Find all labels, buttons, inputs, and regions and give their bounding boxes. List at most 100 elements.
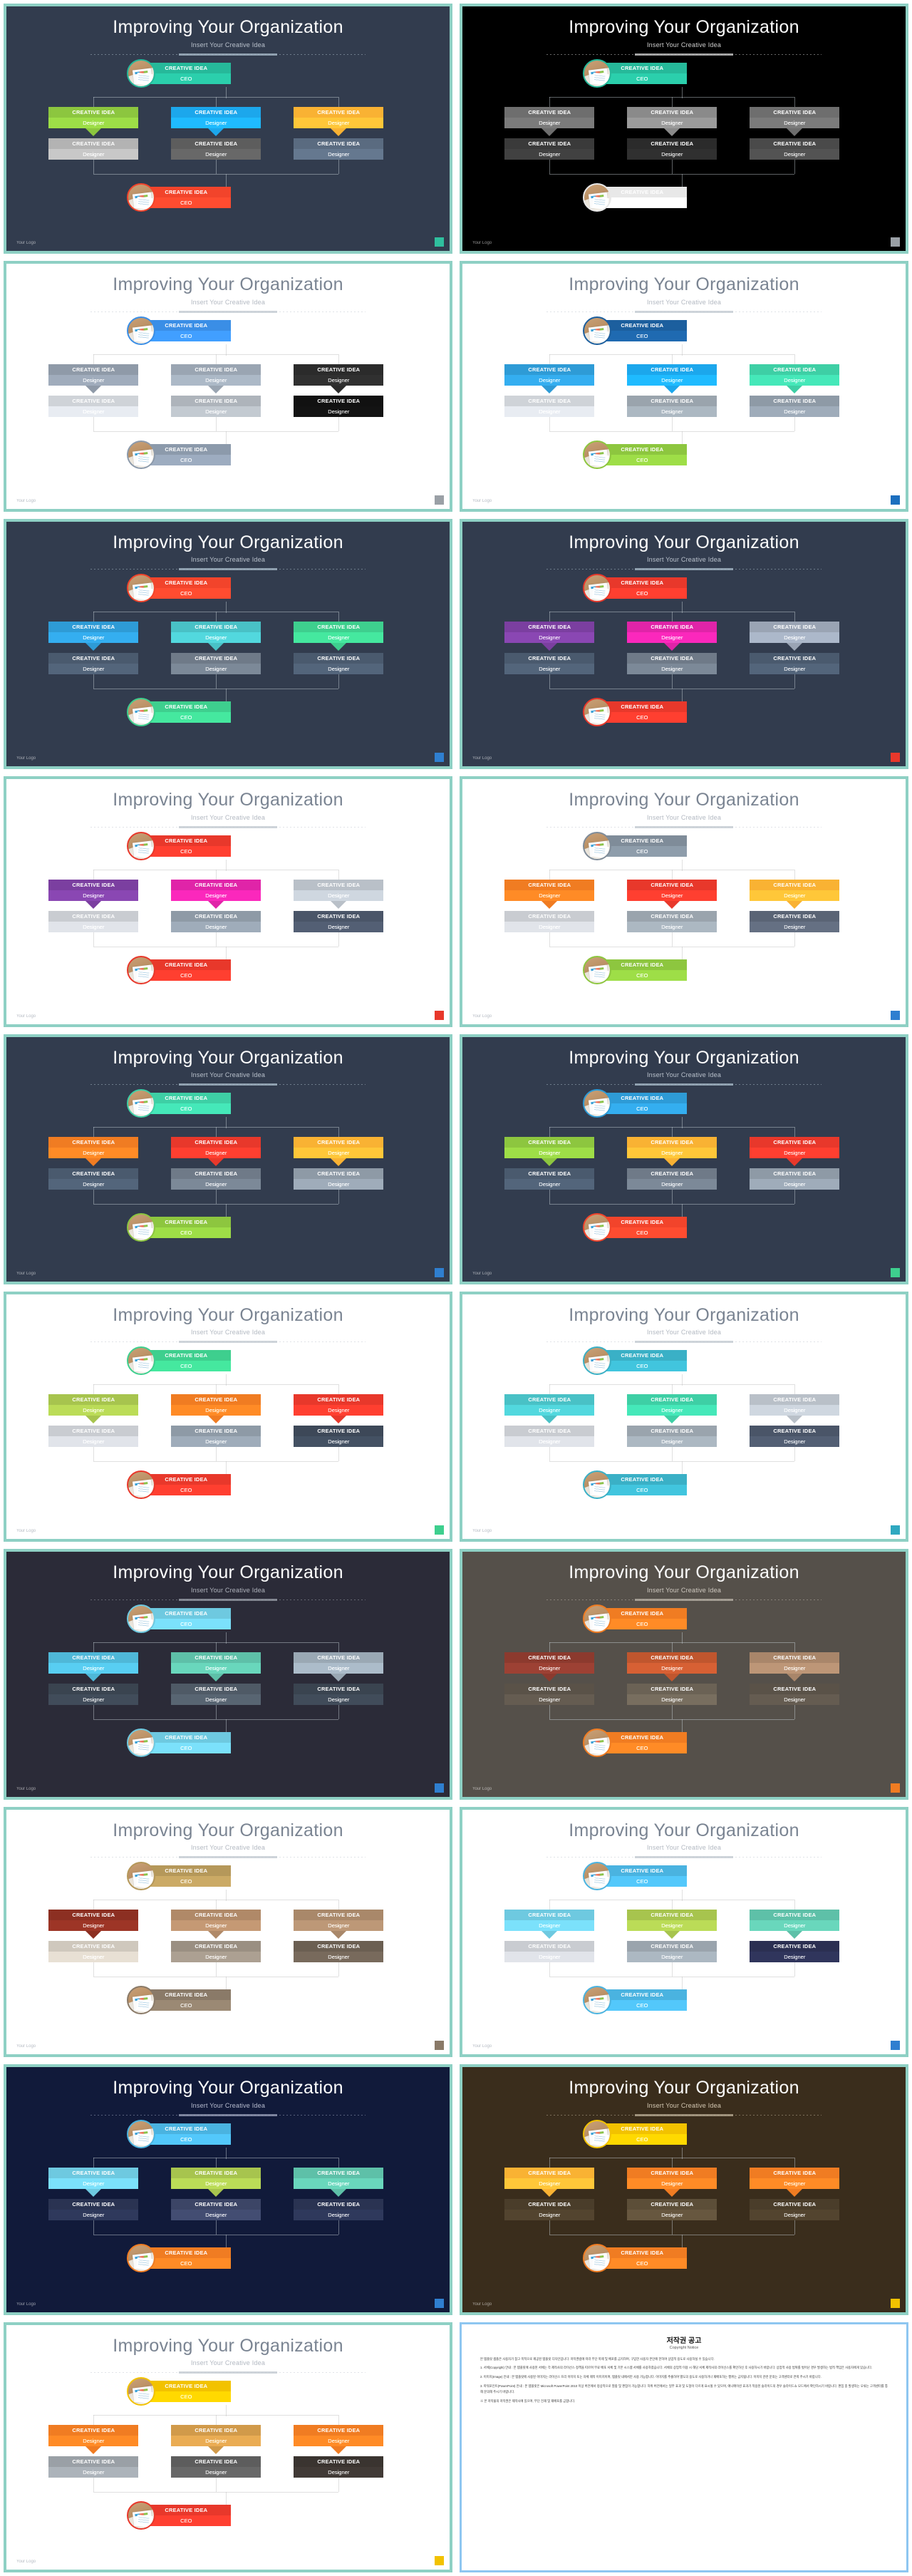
org-node[interactable]: CREATIVE IDEA Designer [750, 2167, 840, 2197]
org-node[interactable]: CREATIVE IDEA Designer [48, 1168, 139, 1190]
org-node[interactable]: CREATIVE IDEA CEO [127, 2377, 232, 2406]
org-node[interactable]: CREATIVE IDEA Designer [627, 1941, 717, 1963]
org-node[interactable]: CREATIVE IDEA Designer [627, 138, 717, 160]
org-node[interactable]: CREATIVE IDEA CEO [583, 1346, 688, 1376]
org-node[interactable]: CREATIVE IDEA Designer [294, 1652, 384, 1681]
org-node[interactable]: CREATIVE IDEA Designer [294, 106, 384, 136]
slide-thumbnail-cell[interactable]: Improving Your Organization Insert Your … [456, 257, 912, 515]
org-node[interactable]: CREATIVE IDEA Designer [48, 106, 139, 136]
org-node[interactable]: CREATIVE IDEA CEO [583, 182, 688, 212]
org-node[interactable]: CREATIVE IDEA CEO [127, 1089, 232, 1118]
org-node[interactable]: CREATIVE IDEA CEO [127, 1470, 232, 1500]
slide[interactable]: Improving Your Organization Insert Your … [460, 4, 908, 254]
org-node[interactable]: CREATIVE IDEA Designer [504, 106, 595, 136]
org-node[interactable]: CREATIVE IDEA Designer [294, 879, 384, 909]
slide-thumbnail-cell[interactable]: Improving Your Organization Insert Your … [456, 1288, 912, 1545]
org-node[interactable]: CREATIVE IDEA Designer [750, 1426, 840, 1448]
org-node[interactable]: CREATIVE IDEA Designer [48, 1652, 139, 1681]
org-node[interactable]: CREATIVE IDEA CEO [583, 1213, 688, 1242]
org-node[interactable]: CREATIVE IDEA Designer [48, 1426, 139, 1448]
org-node[interactable]: CREATIVE IDEA Designer [627, 1168, 717, 1190]
org-node[interactable]: CREATIVE IDEA Designer [504, 653, 595, 675]
slide[interactable]: Improving Your Organization Insert Your … [4, 1806, 452, 2058]
org-node[interactable]: CREATIVE IDEA Designer [171, 1394, 261, 1424]
org-node[interactable]: CREATIVE IDEA CEO [127, 574, 232, 603]
org-node[interactable]: CREATIVE IDEA Designer [171, 1426, 261, 1448]
org-node[interactable]: CREATIVE IDEA Designer [504, 364, 595, 393]
org-node[interactable]: CREATIVE IDEA CEO [127, 58, 232, 88]
org-node[interactable]: CREATIVE IDEA Designer [294, 622, 384, 651]
org-node[interactable]: CREATIVE IDEA Designer [750, 1394, 840, 1424]
slide-thumbnail-cell[interactable]: Improving Your Organization Insert Your … [456, 1545, 912, 1803]
org-node[interactable]: CREATIVE IDEA Designer [48, 1683, 139, 1705]
org-node[interactable]: CREATIVE IDEA Designer [48, 1394, 139, 1424]
org-node[interactable]: CREATIVE IDEA CEO [583, 2243, 688, 2272]
slide[interactable]: Improving Your Organization Insert Your … [460, 261, 908, 512]
org-node[interactable]: CREATIVE IDEA CEO [583, 1986, 688, 2015]
org-node[interactable]: CREATIVE IDEA CEO [127, 1986, 232, 2015]
org-node[interactable]: CREATIVE IDEA Designer [627, 1137, 717, 1167]
org-node[interactable]: CREATIVE IDEA Designer [294, 1168, 384, 1190]
slide[interactable]: Improving Your Organization Insert Your … [460, 2064, 908, 2315]
org-node[interactable]: CREATIVE IDEA Designer [48, 622, 139, 651]
org-node[interactable]: CREATIVE IDEA Designer [750, 653, 840, 675]
org-node[interactable]: CREATIVE IDEA Designer [294, 1426, 384, 1448]
org-node[interactable]: CREATIVE IDEA Designer [294, 1683, 384, 1705]
org-node[interactable]: CREATIVE IDEA Designer [627, 1394, 717, 1424]
slide[interactable]: Improving Your Organization Insert Your … [4, 518, 452, 770]
org-node[interactable]: CREATIVE IDEA Designer [627, 1910, 717, 1939]
org-node[interactable]: CREATIVE IDEA Designer [171, 2167, 261, 2197]
slide-thumbnail-cell[interactable]: Improving Your Organization Insert Your … [0, 2319, 456, 2576]
org-node[interactable]: CREATIVE IDEA Designer [48, 138, 139, 160]
org-node[interactable]: CREATIVE IDEA CEO [127, 316, 232, 345]
org-node[interactable]: CREATIVE IDEA Designer [48, 2198, 139, 2220]
org-node[interactable]: CREATIVE IDEA Designer [171, 1910, 261, 1939]
slide-thumbnail-cell[interactable]: Improving Your Organization Insert Your … [456, 0, 912, 257]
org-node[interactable]: CREATIVE IDEA Designer [48, 2167, 139, 2197]
org-node[interactable]: CREATIVE IDEA Designer [48, 1941, 139, 1963]
org-node[interactable]: CREATIVE IDEA Designer [750, 1652, 840, 1681]
org-node[interactable]: CREATIVE IDEA Designer [171, 653, 261, 675]
slide-thumbnail-cell[interactable]: Improving Your Organization Insert Your … [456, 773, 912, 1030]
org-node[interactable]: CREATIVE IDEA Designer [294, 1941, 384, 1963]
slide[interactable]: Improving Your Organization Insert Your … [4, 2322, 452, 2572]
org-node[interactable]: CREATIVE IDEA CEO [583, 1470, 688, 1500]
org-node[interactable]: CREATIVE IDEA Designer [504, 879, 595, 909]
slide-thumbnail-cell[interactable]: Improving Your Organization Insert Your … [0, 2061, 456, 2318]
org-node[interactable]: CREATIVE IDEA Designer [294, 1910, 384, 1939]
org-node[interactable]: CREATIVE IDEA Designer [171, 2425, 261, 2455]
org-node[interactable]: CREATIVE IDEA CEO [583, 1728, 688, 1757]
org-node[interactable]: CREATIVE IDEA Designer [171, 138, 261, 160]
org-node[interactable]: CREATIVE IDEA Designer [294, 2456, 384, 2478]
org-node[interactable]: CREATIVE IDEA CEO [583, 2119, 688, 2148]
slide[interactable]: Improving Your Organization Insert Your … [4, 2064, 452, 2315]
org-node[interactable]: CREATIVE IDEA Designer [504, 910, 595, 932]
org-node[interactable]: CREATIVE IDEA Designer [294, 364, 384, 393]
slide[interactable]: Improving Your Organization Insert Your … [4, 776, 452, 1027]
slide[interactable]: Improving Your Organization Insert Your … [460, 1291, 908, 1542]
org-node[interactable]: CREATIVE IDEA Designer [171, 364, 261, 393]
org-node[interactable]: CREATIVE IDEA CEO [127, 1862, 232, 1891]
slide-thumbnail-cell[interactable]: Improving Your Organization Insert Your … [0, 1288, 456, 1545]
org-node[interactable]: CREATIVE IDEA CEO [127, 831, 232, 860]
org-node[interactable]: CREATIVE IDEA Designer [504, 1168, 595, 1190]
org-node[interactable]: CREATIVE IDEA Designer [171, 910, 261, 932]
org-node[interactable]: CREATIVE IDEA Designer [171, 2456, 261, 2478]
org-node[interactable]: CREATIVE IDEA Designer [294, 138, 384, 160]
org-node[interactable]: CREATIVE IDEA CEO [127, 440, 232, 469]
slide[interactable]: Improving Your Organization Insert Your … [460, 776, 908, 1027]
org-node[interactable]: CREATIVE IDEA Designer [750, 1910, 840, 1939]
copyright-notice-cell[interactable]: 저작권 공고 Copyright Notice 본 템플릿 샘플은 사용자가 참고 … [456, 2319, 912, 2576]
org-node[interactable]: CREATIVE IDEA Designer [627, 910, 717, 932]
org-node[interactable]: CREATIVE IDEA Designer [504, 138, 595, 160]
slide-thumbnail-cell[interactable]: Improving Your Organization Insert Your … [0, 773, 456, 1030]
slide-thumbnail-cell[interactable]: Improving Your Organization Insert Your … [0, 257, 456, 515]
org-node[interactable]: CREATIVE IDEA Designer [171, 622, 261, 651]
org-node[interactable]: CREATIVE IDEA Designer [294, 2198, 384, 2220]
org-node[interactable]: CREATIVE IDEA CEO [127, 1346, 232, 1376]
org-node[interactable]: CREATIVE IDEA CEO [127, 955, 232, 984]
org-node[interactable]: CREATIVE IDEA Designer [171, 1683, 261, 1705]
slide-thumbnail-cell[interactable]: Improving Your Organization Insert Your … [0, 1803, 456, 2061]
org-node[interactable]: CREATIVE IDEA Designer [48, 1910, 139, 1939]
org-node[interactable]: CREATIVE IDEA Designer [48, 2425, 139, 2455]
